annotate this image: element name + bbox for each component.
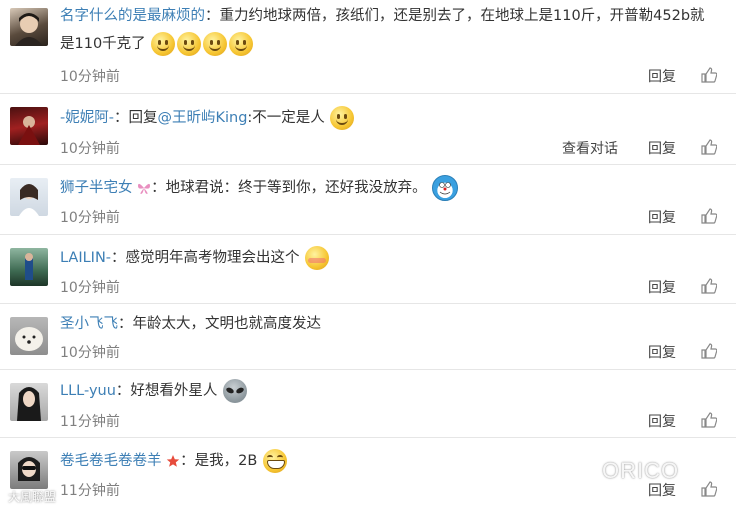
commenter-name[interactable]: -妮妮阿- xyxy=(60,110,114,126)
comment-time: 10分钟前 xyxy=(60,69,120,85)
smile-icon xyxy=(203,32,228,56)
commenter-name[interactable]: 狮子半宅女 xyxy=(60,180,133,196)
avatar-image xyxy=(15,327,43,351)
comment-time: 11分钟前 xyxy=(60,483,120,499)
reply-button[interactable]: 回复 xyxy=(648,138,676,158)
watermark-brand: ORICO xyxy=(602,458,680,483)
comment-body: ：年龄太大，文明也就高度发达 xyxy=(118,316,321,332)
commenter-name[interactable]: LAILIN- xyxy=(60,250,111,266)
divider xyxy=(0,369,736,370)
comment-time: 10分钟前 xyxy=(60,280,120,296)
corner-watermark: 大風聯盟 xyxy=(8,490,57,504)
like-icon[interactable] xyxy=(701,67,717,83)
comment-time: 10分钟前 xyxy=(60,141,120,157)
like-icon[interactable] xyxy=(701,139,717,155)
avatar[interactable] xyxy=(10,317,48,355)
avatar[interactable] xyxy=(10,178,48,216)
avatar-image xyxy=(18,457,40,481)
comment-body-line2: 是110千克了 xyxy=(60,36,146,52)
doraemon-icon xyxy=(432,175,459,201)
avatar[interactable] xyxy=(10,248,48,286)
smile-icon xyxy=(229,32,254,56)
avatar-image xyxy=(18,116,40,145)
reply-button[interactable]: 回复 xyxy=(648,66,676,86)
comment-body: ：好想看外星人 xyxy=(115,383,218,399)
like-icon[interactable] xyxy=(701,343,717,359)
comment-body: ：感觉明年高考物理会出这个 xyxy=(111,250,300,266)
comment-body: ：是我，2B xyxy=(180,453,258,469)
reply-button[interactable]: 回复 xyxy=(648,411,676,431)
blush-icon xyxy=(305,246,330,270)
alien-icon xyxy=(223,379,248,403)
like-icon[interactable] xyxy=(701,278,717,294)
comment-text: 狮子半宅女 ：地球君说：终于等到你，还好我没放弃。 xyxy=(60,174,720,202)
avatar-image xyxy=(25,253,33,280)
divider xyxy=(0,93,736,94)
divider xyxy=(0,303,736,304)
divider xyxy=(0,164,736,165)
like-icon[interactable] xyxy=(701,481,717,497)
mention-link[interactable]: @王昕屿King xyxy=(157,110,247,126)
smile-icon xyxy=(151,32,176,56)
comment-body: :不一定是人 xyxy=(247,110,325,126)
comment-text: LAILIN-：感觉明年高考物理会出这个 xyxy=(60,244,720,272)
grin-icon xyxy=(262,449,287,473)
avatar-image xyxy=(19,184,39,216)
comment-text: -妮妮阿-：回复@王昕屿King:不一定是人 xyxy=(60,104,720,132)
star-badge-icon xyxy=(166,455,180,467)
avatar-image xyxy=(15,13,43,46)
comment-body: ：地球君说：终于等到你，还好我没放弃。 xyxy=(151,180,427,196)
comment-text: 圣小飞飞：年龄太大，文明也就高度发达 xyxy=(60,310,720,338)
avatar[interactable] xyxy=(10,451,48,489)
reply-button[interactable]: 回复 xyxy=(648,342,676,362)
comment-text: 名字什么的是最麻烦的：重力约地球两倍，孩纸们，还是别去了，在地球上是110斤，开… xyxy=(60,2,720,58)
comment-body: ：重力约地球两倍，孩纸们，还是别去了，在地球上是110斤，开普勒452b就 xyxy=(205,8,705,24)
divider xyxy=(0,234,736,235)
reply-prefix: ：回复 xyxy=(113,110,158,126)
comment-time: 11分钟前 xyxy=(60,414,120,430)
comment-text: LLL-yuu：好想看外星人 xyxy=(60,377,720,405)
smile-icon xyxy=(177,32,202,56)
avatar[interactable] xyxy=(10,8,48,46)
reply-button[interactable]: 回复 xyxy=(648,207,676,227)
avatar-image xyxy=(17,387,41,421)
comment-time: 10分钟前 xyxy=(60,210,120,226)
commenter-name[interactable]: LLL-yuu xyxy=(60,383,116,399)
like-icon[interactable] xyxy=(701,412,717,428)
comment-time: 10分钟前 xyxy=(60,345,120,361)
butterfly-badge-icon xyxy=(138,183,151,194)
divider xyxy=(0,437,736,438)
commenter-name[interactable]: 圣小飞飞 xyxy=(60,316,118,332)
smile-icon xyxy=(330,106,355,130)
commenter-name[interactable]: 名字什么的是最麻烦的 xyxy=(60,8,205,24)
avatar[interactable] xyxy=(10,107,48,145)
reply-button[interactable]: 回复 xyxy=(648,277,676,297)
like-icon[interactable] xyxy=(701,208,717,224)
commenter-name[interactable]: 卷毛卷毛卷卷羊 xyxy=(60,453,162,469)
avatar[interactable] xyxy=(10,383,48,421)
view-dialog-button[interactable]: 查看对话 xyxy=(562,138,618,158)
